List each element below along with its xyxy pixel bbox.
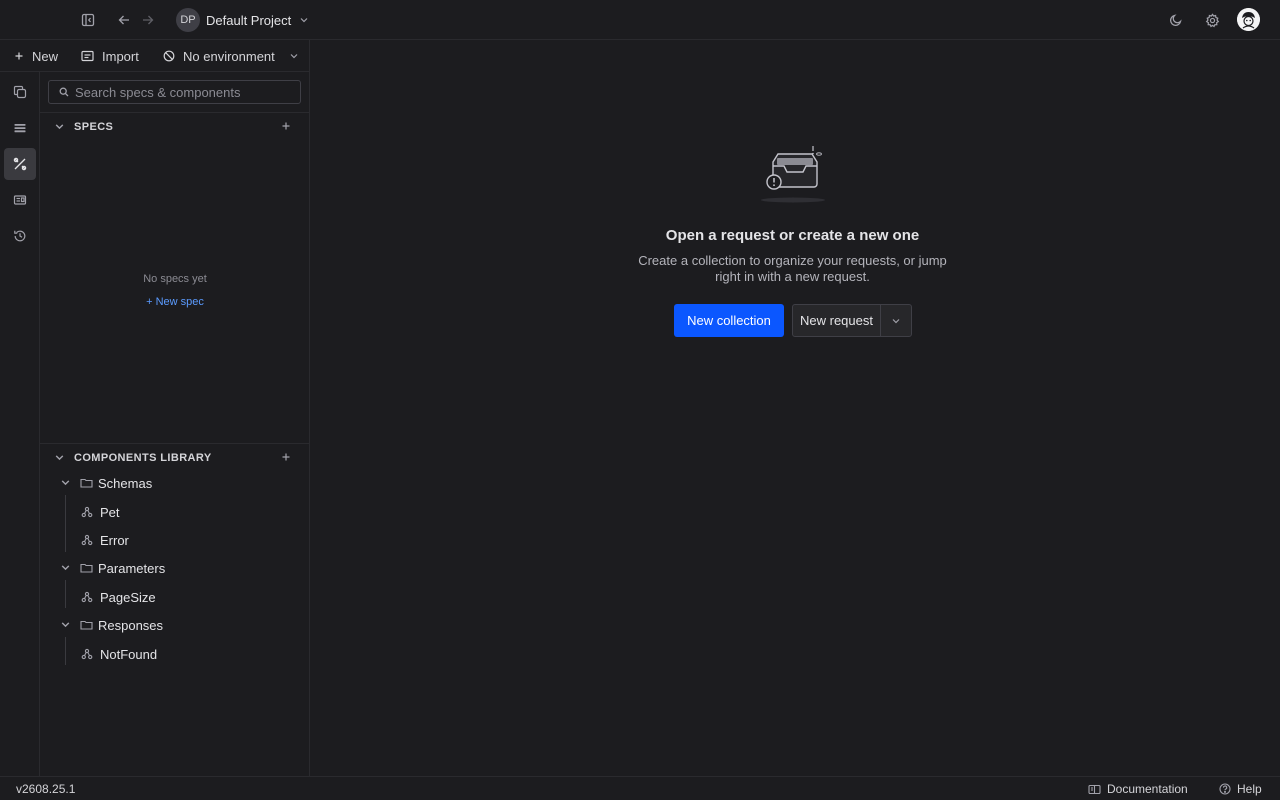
help-link[interactable]: Help [1219, 782, 1262, 796]
chevron-down-icon[interactable] [881, 305, 911, 336]
specs-section-header[interactable]: SPECS [40, 113, 310, 141]
arrow-right-icon[interactable] [138, 10, 158, 30]
new-request-button[interactable]: New request [793, 305, 881, 336]
import-icon [81, 50, 94, 62]
component-icon [81, 534, 93, 546]
specs-title: SPECS [74, 121, 114, 133]
import-button[interactable]: Import [81, 47, 139, 65]
chevron-down-icon [54, 452, 65, 463]
tree-item-label: Pet [100, 505, 120, 520]
component-icon [81, 506, 93, 518]
tree-item-notfound[interactable]: NotFound [40, 642, 310, 666]
project-switcher[interactable]: DP Default Project [176, 8, 309, 32]
help-label: Help [1237, 782, 1262, 796]
chevron-down-icon [60, 477, 71, 488]
copy-icon[interactable] [4, 76, 36, 108]
book-icon [1088, 784, 1101, 795]
sidebar-toolbar: New Import No environment [0, 40, 310, 72]
no-environment-icon [163, 50, 175, 62]
empty-inbox-icon [760, 144, 830, 206]
new-collection-button[interactable]: New collection [674, 304, 784, 337]
chevron-down-icon [60, 562, 71, 573]
top-bar: DP Default Project [0, 0, 1280, 40]
new-button[interactable]: New [14, 47, 58, 65]
tree-folder-schemas[interactable]: Schemas [40, 471, 310, 495]
components-section-header[interactable]: COMPONENTS LIBRARY [40, 444, 310, 472]
tree-folder-label: Schemas [98, 476, 153, 491]
empty-state-title: Open a request or create a new one [665, 227, 920, 244]
folder-icon [80, 477, 93, 489]
new-request-split-button: New request [792, 304, 912, 337]
search-input[interactable] [75, 84, 285, 100]
help-icon [1219, 783, 1231, 795]
arrow-left-icon[interactable] [114, 10, 134, 30]
specs-sidebar: SPECS No specs yet + New spec COMPONENTS… [40, 72, 310, 776]
tree-folder-label: Responses [98, 618, 164, 633]
tree-item-pet[interactable]: Pet [40, 500, 310, 524]
new-spec-link[interactable]: + New spec [40, 296, 310, 308]
import-label: Import [102, 48, 139, 64]
folder-icon [80, 562, 93, 574]
tree-folder-parameters[interactable]: Parameters [40, 556, 310, 580]
avatar[interactable] [1237, 8, 1260, 31]
chevron-down-icon [54, 121, 65, 132]
chevron-down-icon [60, 619, 71, 630]
environment-selector[interactable]: No environment [163, 47, 299, 65]
tree-item-error[interactable]: Error [40, 528, 310, 552]
version-label: v2608.25.1 [16, 782, 76, 796]
tree-item-label: NotFound [100, 647, 158, 662]
component-icon [81, 648, 93, 660]
components-title: COMPONENTS LIBRARY [74, 452, 212, 464]
empty-state-subtitle: Create a collection to organize your req… [638, 253, 947, 284]
chevron-down-icon [289, 51, 299, 61]
plus-icon [14, 51, 24, 61]
search-icon [59, 87, 69, 97]
tools-icon[interactable] [4, 148, 36, 180]
add-spec-icon[interactable] [279, 119, 293, 133]
history-icon[interactable] [4, 220, 36, 252]
stack-icon[interactable] [4, 112, 36, 144]
project-name: Default Project [206, 12, 292, 28]
specs-empty-text: No specs yet [143, 273, 207, 285]
tree-folder-label: Parameters [98, 561, 166, 576]
tree-item-pagesize[interactable]: PageSize [40, 585, 310, 609]
status-bar: v2608.25.1 Documentation Help [0, 776, 1280, 800]
tree-item-label: PageSize [100, 590, 156, 605]
add-component-icon[interactable] [279, 450, 293, 464]
component-icon [81, 591, 93, 603]
tree-folder-responses[interactable]: Responses [40, 613, 310, 637]
tree-item-label: Error [100, 533, 129, 548]
project-avatar: DP [176, 8, 200, 32]
documentation-label: Documentation [1107, 782, 1188, 796]
sidebar-toggle-icon[interactable] [78, 10, 98, 30]
main-content: Open a request or create a new one Creat… [310, 40, 1280, 776]
documentation-link[interactable]: Documentation [1088, 782, 1188, 796]
navigation-rail [0, 72, 40, 776]
new-label: New [32, 48, 59, 64]
environment-label: No environment [183, 48, 275, 64]
moon-icon[interactable] [1166, 10, 1186, 30]
gear-icon[interactable] [1202, 10, 1222, 30]
folder-icon [80, 619, 93, 631]
id-card-icon[interactable] [4, 184, 36, 216]
search-box [48, 80, 301, 104]
chevron-down-icon [299, 15, 309, 25]
